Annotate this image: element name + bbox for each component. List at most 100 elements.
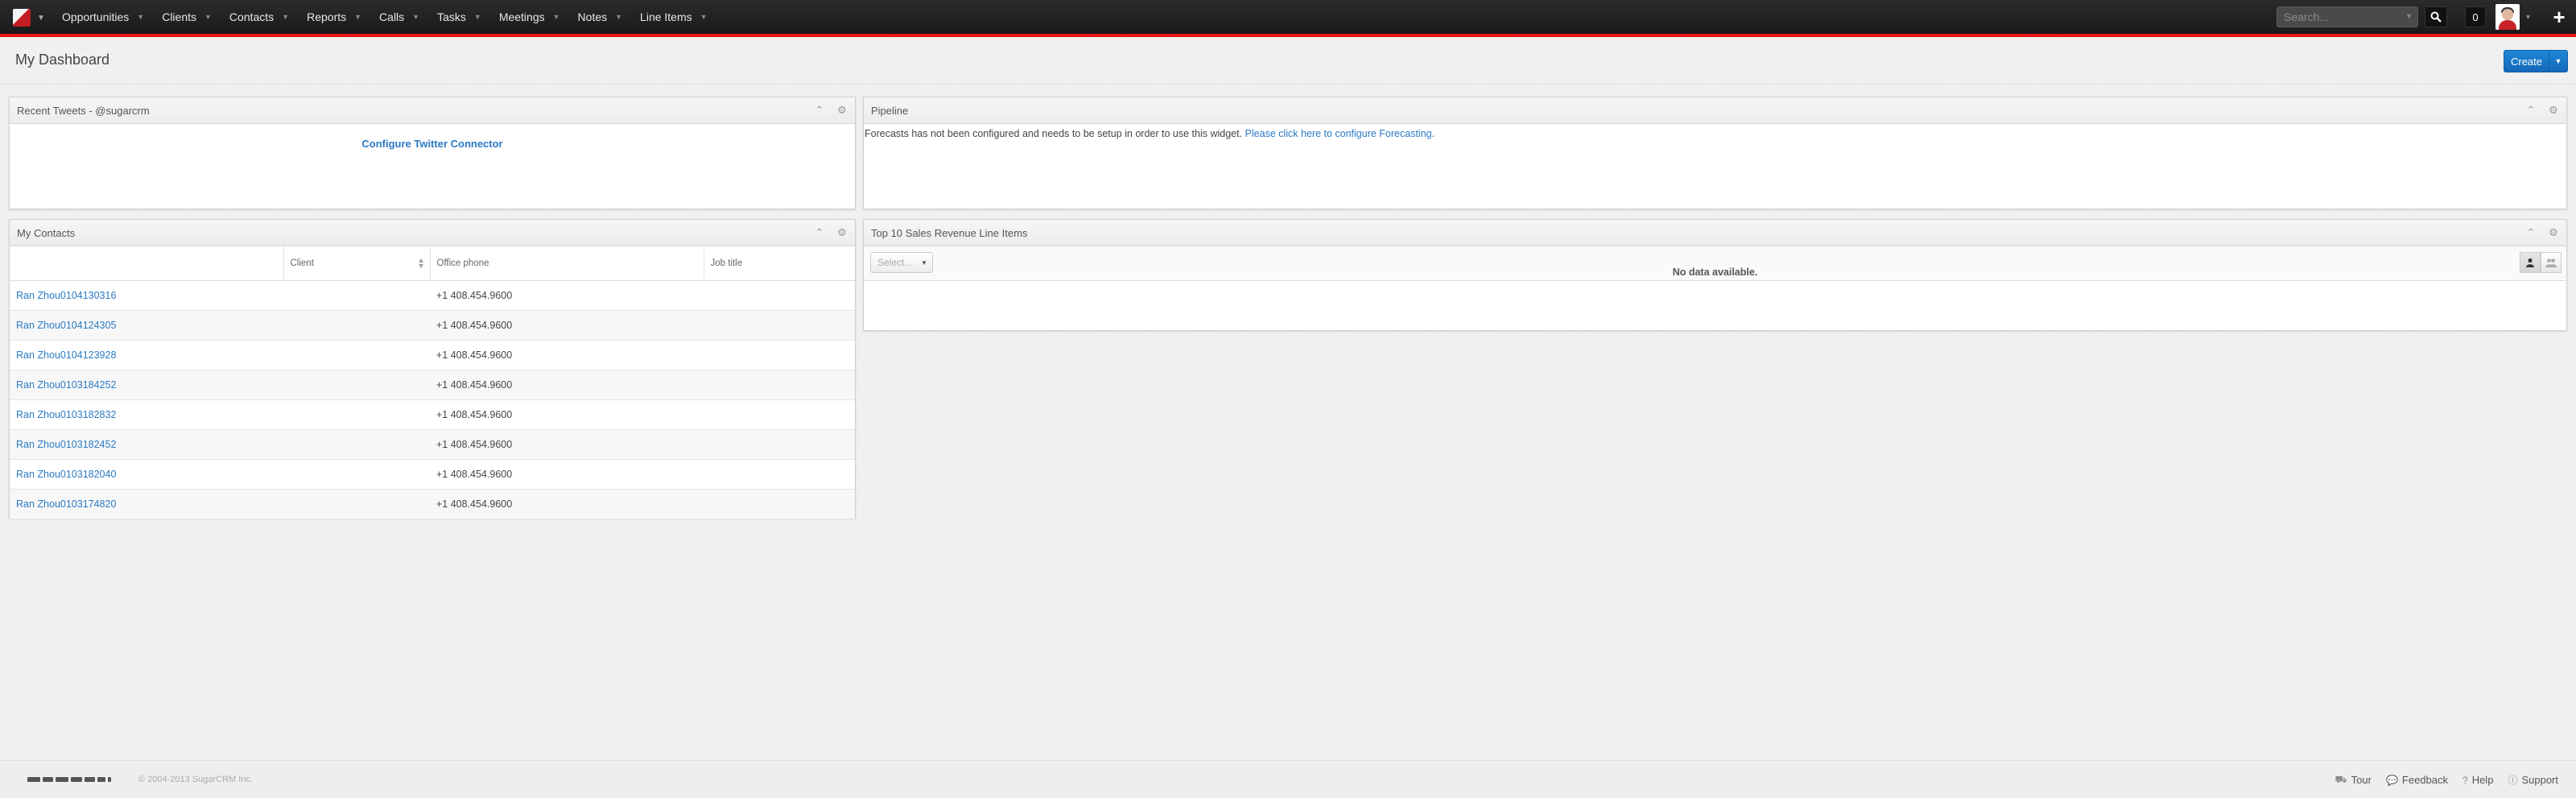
column-header-job-title[interactable]: Job title (704, 246, 855, 281)
chevron-down-icon[interactable]: ▼ (204, 13, 212, 21)
table-row: Ran Zhou0103182832 +1 408.454.9600 (10, 399, 855, 430)
nav-item-notes[interactable]: Notes ▼ (569, 0, 632, 34)
office-phone-cell: +1 408.454.9600 (430, 489, 704, 519)
table-row: Ran Zhou0103182040 +1 408.454.9600 (10, 459, 855, 490)
gear-icon[interactable]: ⚙ (2547, 226, 2560, 239)
search-button[interactable] (2425, 6, 2447, 27)
office-phone-cell: +1 408.454.9600 (430, 340, 704, 370)
footer-links: ⛟ Tour 💬 Feedback ? Help ⓘ Support (2335, 773, 2558, 787)
nav-item-calls[interactable]: Calls ▼ (370, 0, 428, 34)
chevron-down-icon[interactable]: ▼ (412, 13, 419, 21)
dashlet-pipeline: Pipeline ⌃ ⚙ Forecasts has not been conf… (863, 97, 2567, 209)
create-button[interactable]: Create ▼ (2504, 50, 2568, 72)
search-input[interactable] (2277, 7, 2398, 27)
office-phone-cell: +1 408.454.9600 (430, 370, 704, 400)
chevron-down-icon[interactable]: ▼ (700, 13, 708, 21)
job-title-cell (704, 310, 855, 341)
chevron-down-icon[interactable]: ▼ (354, 13, 361, 21)
sugarcrm-logo-menu[interactable]: ▼ (8, 6, 47, 29)
chevron-down-icon[interactable]: ▼ (2524, 13, 2532, 21)
sort-icon[interactable]: ▲ ▼ (418, 257, 425, 270)
gear-icon[interactable]: ⚙ (836, 226, 848, 239)
nav-item-label: Clients (162, 10, 196, 23)
client-cell (283, 310, 430, 341)
chevron-down-icon[interactable]: ▼ (553, 13, 560, 21)
comment-icon: 💬 (2385, 774, 2398, 786)
contact-name-link[interactable]: Ran Zhou0103182832 (16, 409, 116, 420)
footer-link-label: Help (2471, 774, 2494, 786)
chevron-down-icon: ▼ (921, 259, 927, 267)
table-row: Ran Zhou0103184252 +1 408.454.9600 (10, 370, 855, 400)
nav-item-opportunities[interactable]: Opportunities ▼ (53, 0, 153, 34)
configure-forecasting-link[interactable]: Please click here to configure Forecasti… (1245, 128, 1432, 139)
no-data-message: No data available. (1672, 267, 1758, 278)
footer-link-label: Support (2521, 774, 2558, 786)
module-menu: Opportunities ▼ Clients ▼ Contacts ▼ Report… (53, 0, 716, 34)
column-header-label: Client (290, 258, 314, 268)
nav-item-tasks[interactable]: Tasks ▼ (428, 0, 490, 34)
user-avatar[interactable] (2496, 4, 2520, 30)
client-cell (283, 340, 430, 370)
info-icon: ⓘ (2508, 775, 2518, 786)
chevron-down-icon[interactable]: ▼ (474, 13, 481, 21)
sugarcrm-cube-icon (13, 9, 31, 27)
client-cell (283, 429, 430, 460)
column-header-office-phone[interactable]: Office phone (430, 246, 704, 281)
nav-item-meetings[interactable]: Meetings ▼ (490, 0, 569, 34)
job-title-cell (704, 399, 855, 430)
dashlet-header: Top 10 Sales Revenue Line Items ⌃ ⚙ (864, 220, 2566, 246)
global-search: ▼ (2277, 6, 2418, 27)
contact-name-link[interactable]: Ran Zhou0103182040 (16, 469, 116, 480)
job-title-cell (704, 429, 855, 460)
footer-link-feedback[interactable]: 💬 Feedback (2386, 773, 2448, 787)
create-button-label[interactable]: Create (2504, 51, 2549, 72)
nav-item-clients[interactable]: Clients ▼ (153, 0, 221, 34)
chevron-down-icon[interactable]: ▼ (282, 13, 289, 21)
column-header-name[interactable] (10, 246, 284, 281)
collapse-icon[interactable]: ⌃ (813, 226, 826, 239)
collapse-icon[interactable]: ⌃ (813, 104, 826, 117)
gear-icon[interactable]: ⚙ (836, 104, 848, 117)
gear-icon[interactable]: ⚙ (2547, 104, 2560, 117)
dashlet-title: Pipeline (871, 105, 909, 117)
contact-name-link[interactable]: Ran Zhou0103184252 (16, 379, 116, 391)
table-row: Ran Zhou0103182452 +1 408.454.9600 (10, 429, 855, 460)
footer-link-help[interactable]: ? Help (2462, 773, 2493, 787)
quick-create-plus-icon[interactable]: + (2549, 5, 2570, 29)
nav-item-contacts[interactable]: Contacts ▼ (221, 0, 298, 34)
dashlet-header: Recent Tweets - @sugarcrm ⌃ ⚙ (10, 97, 855, 124)
contact-name-link[interactable]: Ran Zhou0104124305 (16, 320, 116, 331)
chevron-down-icon[interactable]: ▼ (2405, 12, 2413, 20)
header-divider (0, 84, 2576, 85)
collapse-icon[interactable]: ⌃ (2524, 104, 2537, 117)
contact-name-link[interactable]: Ran Zhou0104130316 (16, 290, 116, 301)
contact-name-link[interactable]: Ran Zhou0103174820 (16, 498, 116, 510)
job-title-cell (704, 370, 855, 400)
dashlet-header: Pipeline ⌃ ⚙ (864, 97, 2566, 124)
client-cell (283, 459, 430, 490)
sugarcrm-footer-logo[interactable] (27, 775, 112, 784)
chevron-down-icon[interactable]: ▼ (2549, 51, 2567, 72)
search-icon (2430, 11, 2442, 23)
contact-name-link[interactable]: Ran Zhou0103182452 (16, 439, 116, 450)
chevron-down-icon[interactable]: ▼ (615, 13, 622, 21)
notifications-button[interactable]: 0 (2465, 6, 2486, 27)
footer-link-tour[interactable]: ⛟ Tour (2335, 773, 2372, 787)
job-title-cell (704, 459, 855, 490)
column-header-client[interactable]: Client ▲ ▼ (283, 246, 431, 281)
contacts-table: Client ▲ ▼ Office phone Job title Ran Zhou… (10, 246, 855, 519)
dashlet-top-sales-revenue: Top 10 Sales Revenue Line Items ⌃ ⚙ Sele… (863, 219, 2567, 331)
collapse-icon[interactable]: ⌃ (2524, 226, 2537, 239)
configure-twitter-link[interactable]: Configure Twitter Connector (361, 138, 502, 150)
nav-item-label: Contacts (229, 10, 275, 23)
nav-item-line-items[interactable]: Line Items ▼ (631, 0, 716, 34)
contact-name-link[interactable]: Ran Zhou0104123928 (16, 349, 116, 361)
chevron-down-icon: ▼ (37, 13, 45, 23)
nav-item-reports[interactable]: Reports ▼ (298, 0, 370, 34)
dashlet-title: Recent Tweets - @sugarcrm (17, 105, 150, 117)
chevron-down-icon[interactable]: ▼ (137, 13, 144, 21)
footer-link-support[interactable]: ⓘ Support (2508, 773, 2558, 787)
table-row: Ran Zhou0104123928 +1 408.454.9600 (10, 340, 855, 370)
pipeline-message-text: Forecasts has not been configured and ne… (865, 128, 1243, 139)
nav-item-label: Opportunities (62, 10, 130, 23)
